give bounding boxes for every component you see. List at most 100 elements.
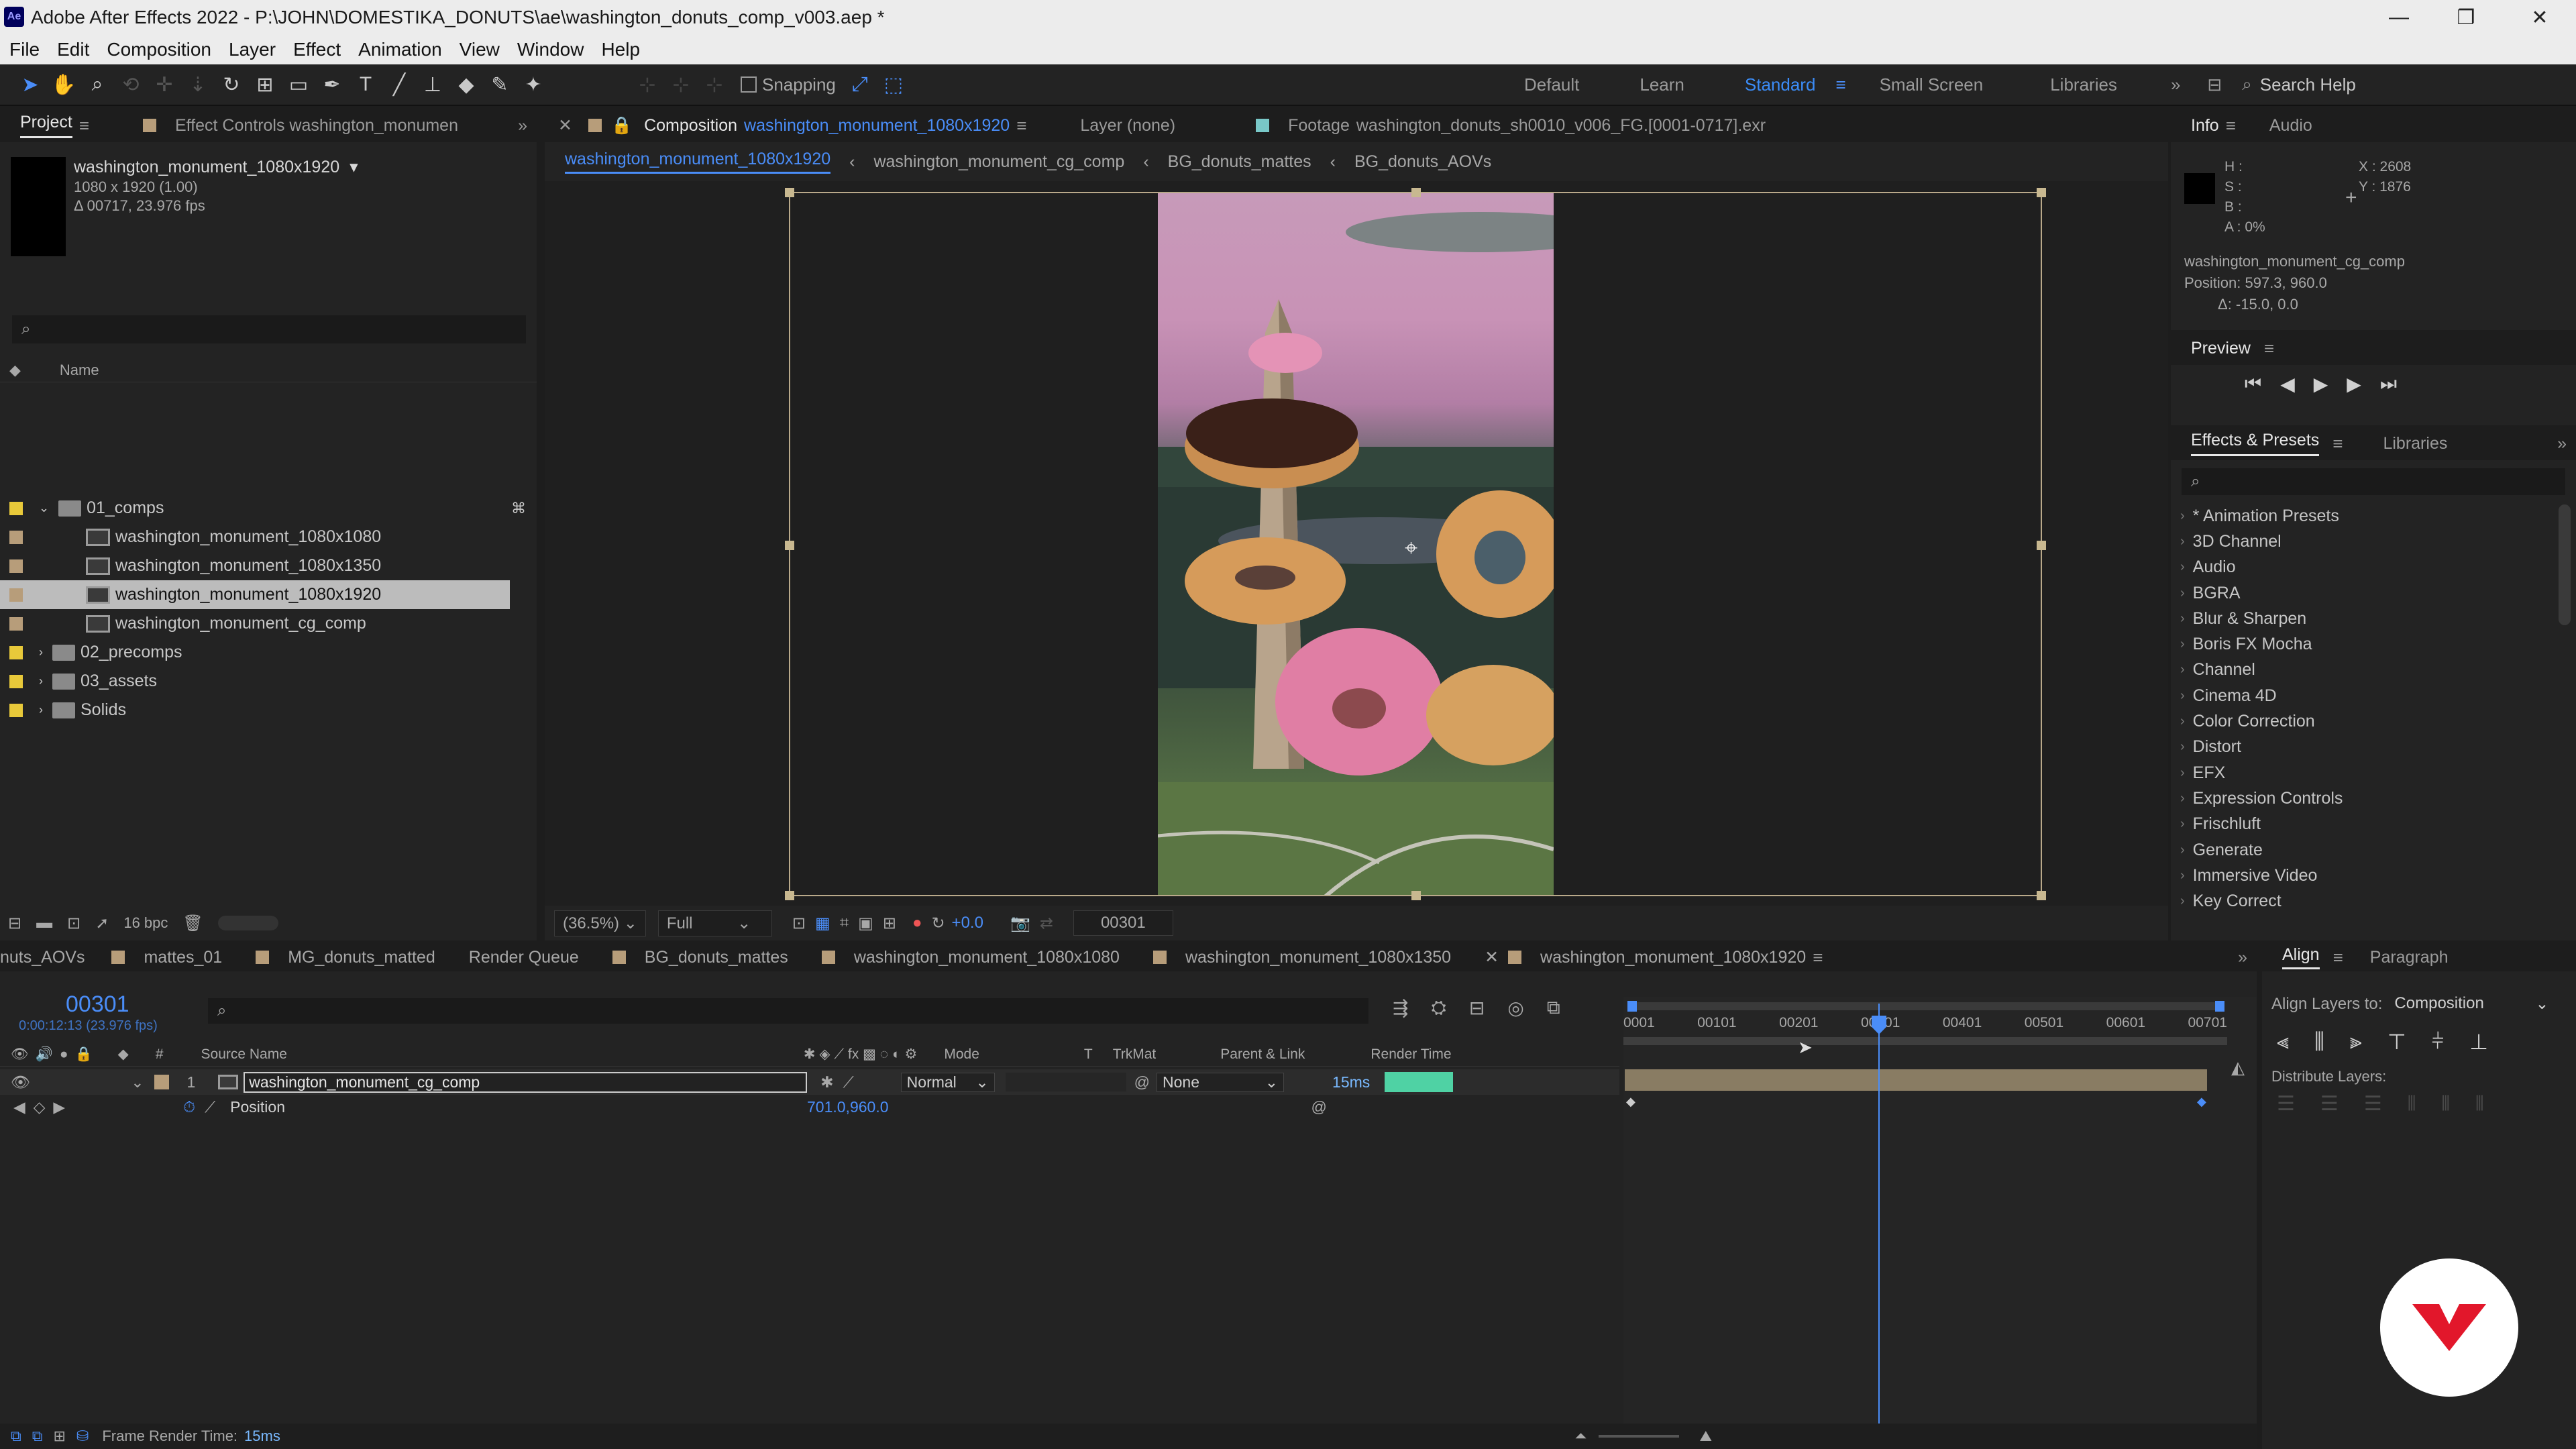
- effects-category[interactable]: › Expression Controls: [2171, 786, 2576, 811]
- flowchart-icon[interactable]: ⌘: [511, 500, 526, 517]
- workspace-edit-icon[interactable]: ⊟: [2207, 74, 2222, 95]
- label-color[interactable]: [9, 501, 23, 515]
- thumbnail-size-slider[interactable]: [217, 916, 278, 930]
- chevron-down-icon[interactable]: ⌄: [131, 1073, 144, 1091]
- distribute-vcenter-icon[interactable]: ☰: [2320, 1092, 2339, 1116]
- menu-composition[interactable]: Composition: [107, 39, 211, 60]
- effects-category[interactable]: › Boris FX Mocha: [2171, 631, 2576, 657]
- zoom-tool-icon[interactable]: ⌕: [83, 70, 112, 99]
- eraser-tool-icon[interactable]: ◆: [451, 70, 481, 99]
- interpret-footage-icon[interactable]: ⊟: [8, 914, 21, 933]
- timeline-tab-mattes[interactable]: mattes_01: [111, 948, 222, 967]
- effects-category[interactable]: › Channel: [2171, 657, 2576, 683]
- timeline-zoom-slider[interactable]: [1599, 1435, 1680, 1438]
- transfer-controls-toggle-icon[interactable]: ⧉: [32, 1428, 43, 1445]
- frame-handle[interactable]: [2037, 541, 2046, 550]
- pan-behind-tool-icon[interactable]: ⊞: [250, 70, 280, 99]
- align-right-icon[interactable]: ⫸: [2350, 1029, 2362, 1055]
- effects-category[interactable]: › Key Correct: [2171, 888, 2576, 914]
- puppet-tool-icon[interactable]: ✦: [519, 70, 548, 99]
- trash-icon[interactable]: 🗑: [182, 914, 203, 933]
- frame-handle[interactable]: [2037, 891, 2046, 900]
- effects-search-input[interactable]: ⌕: [2182, 468, 2565, 495]
- label-color[interactable]: [9, 559, 23, 573]
- project-comp-1080x1080[interactable]: washington_monument_1080x1080: [0, 523, 537, 551]
- tab-project[interactable]: Project: [20, 113, 72, 138]
- align-left-icon[interactable]: ⫷: [2277, 1029, 2289, 1055]
- project-menu-icon[interactable]: ≡: [79, 115, 89, 136]
- current-frame-field[interactable]: 00301: [1073, 910, 1173, 936]
- menu-edit[interactable]: Edit: [57, 39, 89, 60]
- project-comp-1080x1350[interactable]: washington_monument_1080x1350: [0, 551, 537, 580]
- keyframe-icon[interactable]: ◆: [1626, 1095, 1635, 1109]
- chevron-right-icon[interactable]: ›: [39, 674, 43, 688]
- align-top-icon[interactable]: ⊤: [2387, 1029, 2406, 1055]
- pen-tool-icon[interactable]: ✒: [317, 70, 347, 99]
- composition-frame[interactable]: ⌖: [785, 188, 2046, 900]
- effects-scrollbar[interactable]: [2559, 504, 2571, 625]
- exposure-value[interactable]: +0.0: [952, 914, 983, 932]
- workspace-overflow-icon[interactable]: »: [2171, 74, 2180, 95]
- frame-blending-icon[interactable]: ◎: [1507, 997, 1523, 1019]
- effects-category[interactable]: › Generate: [2171, 837, 2576, 863]
- pickwhip-icon[interactable]: @: [1134, 1073, 1150, 1091]
- snap-edges-icon[interactable]: ⤢: [845, 70, 875, 99]
- axis-world-icon[interactable]: ⊹: [666, 70, 696, 99]
- collapse-transform-icon[interactable]: ✱: [820, 1073, 833, 1091]
- reset-exposure-icon[interactable]: ↻: [931, 914, 945, 933]
- breadcrumb-item[interactable]: BG_donuts_AOVs: [1354, 152, 1491, 172]
- lock-icon[interactable]: 🔒: [75, 1046, 93, 1063]
- draft-3d-icon[interactable]: ⛭: [1431, 997, 1446, 1019]
- solo-icon[interactable]: ●: [60, 1046, 68, 1063]
- rotate-tool-icon[interactable]: ↻: [217, 70, 246, 99]
- workspace-menu-icon[interactable]: ≡: [1835, 74, 1845, 95]
- label-color[interactable]: [9, 703, 23, 717]
- footage-tab-label[interactable]: Footage: [1288, 116, 1350, 136]
- align-to-select[interactable]: Composition ⌄: [2394, 994, 2548, 1014]
- source-name-header[interactable]: Source Name: [201, 1046, 287, 1063]
- frame-handle[interactable]: [1411, 188, 1421, 197]
- timeline-tab-1080x1350[interactable]: washington_monument_1080x1350: [1152, 948, 1451, 967]
- chevron-right-icon[interactable]: ›: [39, 645, 43, 659]
- effects-category[interactable]: › Color Correction: [2171, 708, 2576, 734]
- effects-category[interactable]: › Immersive Video: [2171, 863, 2576, 888]
- snapping-checkbox[interactable]: [741, 76, 757, 93]
- trkmat-select[interactable]: [1005, 1073, 1126, 1091]
- workspace-learn[interactable]: Learn: [1640, 74, 1684, 95]
- guides-icon[interactable]: ⊞: [883, 914, 896, 933]
- bit-depth-button[interactable]: 16 bpc: [123, 914, 168, 932]
- effects-category[interactable]: › * Animation Presets: [2171, 503, 2576, 529]
- workspace-default[interactable]: Default: [1524, 74, 1579, 95]
- graph-editor-icon[interactable]: ⧉: [1547, 997, 1560, 1019]
- add-keyframe-icon[interactable]: ◇: [34, 1098, 46, 1116]
- previous-frame-icon[interactable]: ◀: [2280, 373, 2295, 395]
- tab-paragraph[interactable]: Paragraph: [2370, 948, 2449, 967]
- effects-category[interactable]: › BGRA: [2171, 580, 2576, 606]
- time-graph[interactable]: 0001 00101 00201 00301 00401 00501 00601…: [1623, 997, 2257, 1449]
- tab-info[interactable]: Info: [2191, 116, 2219, 136]
- dolly-tool-icon[interactable]: ⇣: [183, 70, 213, 99]
- composition-mini-flowchart-icon[interactable]: ⇶: [1393, 997, 1408, 1019]
- play-icon[interactable]: ▶: [2314, 373, 2328, 395]
- search-help-input[interactable]: Search Help: [2260, 74, 2356, 95]
- clone-stamp-tool-icon[interactable]: ⊥: [418, 70, 447, 99]
- orbit-tool-icon[interactable]: ⟲: [116, 70, 146, 99]
- label-column-icon[interactable]: ◆: [118, 1046, 129, 1063]
- label-column-icon[interactable]: ◆: [9, 362, 21, 379]
- expression-pickwhip-icon[interactable]: @: [1311, 1098, 1327, 1116]
- effects-category[interactable]: › 3D Channel: [2171, 529, 2576, 554]
- camera-snapshot-icon[interactable]: 📷: [1010, 914, 1030, 933]
- menu-effect[interactable]: Effect: [293, 39, 341, 60]
- tab-libraries[interactable]: Libraries: [2383, 434, 2447, 453]
- prev-keyframe-icon[interactable]: ◀: [13, 1098, 25, 1116]
- transparency-grid-icon[interactable]: ▦: [815, 914, 830, 933]
- blend-mode-select[interactable]: Normal ⌄: [900, 1072, 995, 1092]
- zoom-in-icon[interactable]: ⛰: [1699, 1428, 1711, 1445]
- project-search-input[interactable]: ⌕: [12, 315, 526, 343]
- resolution-select[interactable]: Full ⌄: [657, 910, 772, 936]
- menu-animation[interactable]: Animation: [358, 39, 442, 60]
- footage-tab-name[interactable]: washington_donuts_sh0010_v006_FG.[0001-0…: [1356, 116, 1766, 136]
- frame-handle[interactable]: [785, 891, 794, 900]
- close-tab-icon[interactable]: ✕: [558, 115, 572, 136]
- tab-preview[interactable]: Preview: [2191, 339, 2251, 358]
